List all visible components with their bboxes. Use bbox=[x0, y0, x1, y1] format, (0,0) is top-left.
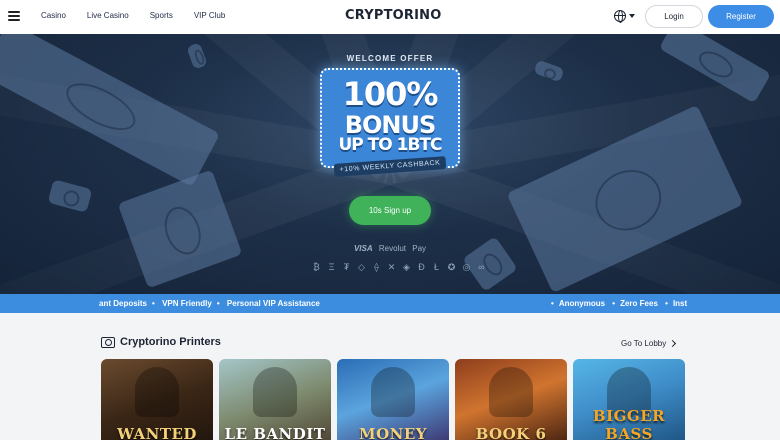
ethereum-icon: Ξ bbox=[328, 262, 335, 272]
bitcoin-icon: ₿ bbox=[313, 262, 320, 272]
bonus-marquee: 100% BONUS UP TO 1BTC bbox=[320, 68, 460, 168]
game-artwork bbox=[489, 367, 533, 417]
bnb-icon: ◈ bbox=[403, 262, 410, 272]
main-nav: Casino Live Casino Sports VIP Club bbox=[41, 11, 246, 20]
site-logo[interactable]: CRYPTORINO bbox=[345, 8, 441, 23]
top-navigation-bar: Casino Live Casino Sports VIP Club CRYPT… bbox=[0, 0, 780, 34]
game-title: BIGGER BASS bbox=[592, 407, 666, 440]
ticker-item: Inst bbox=[672, 299, 688, 308]
crypto-icons: ₿ Ξ ₮ ◇ ⟠ ✕ ◈ Ð Ł ✪ ◎ ∞ bbox=[311, 262, 487, 273]
game-tile[interactable]: WANTED bbox=[101, 359, 213, 440]
chevron-down-icon[interactable] bbox=[629, 14, 635, 18]
section-header: Cryptorino Printers bbox=[101, 336, 221, 348]
game-artwork bbox=[371, 367, 415, 417]
ticker-item: VPN Friendly bbox=[162, 299, 212, 308]
game-title: WANTED bbox=[117, 425, 197, 440]
tron-icon: ◇ bbox=[358, 262, 365, 272]
hamburger-icon[interactable] bbox=[8, 11, 20, 21]
money-bill-decoration bbox=[533, 59, 565, 83]
nav-live-casino[interactable]: Live Casino bbox=[87, 11, 129, 20]
chevron-right-icon bbox=[669, 339, 677, 348]
game-title: MONEY bbox=[358, 425, 428, 440]
litecoin-icon: Ł bbox=[433, 262, 439, 272]
visa-logo: VISA bbox=[353, 244, 373, 253]
game-artwork bbox=[135, 367, 179, 417]
hero-banner: WELCOME OFFER 100% BONUS UP TO 1BTC +10%… bbox=[0, 34, 780, 294]
game-carousel: WANTED LE BANDIT MONEY BOOK 6 BIGGER BAS… bbox=[101, 359, 685, 440]
login-button[interactable]: Login bbox=[645, 5, 703, 28]
ticker-item: Personal VIP Assistance bbox=[226, 299, 320, 308]
feature-ticker: ant Deposits • VPN Friendly • Personal VIP… bbox=[0, 294, 780, 313]
game-tile[interactable]: LE BANDIT bbox=[219, 359, 331, 440]
coin-icon: ◎ bbox=[462, 262, 471, 272]
tether-icon: ₮ bbox=[343, 262, 350, 272]
register-button[interactable]: Register bbox=[708, 5, 774, 28]
bonus-limit: UP TO 1BTC bbox=[338, 135, 442, 155]
apple-pay-logo: Pay bbox=[412, 244, 427, 253]
welcome-offer-label: WELCOME OFFER bbox=[346, 54, 434, 63]
dogecoin-icon: Ð bbox=[418, 262, 425, 272]
game-tile[interactable]: BIGGER BASS bbox=[573, 359, 685, 440]
globe-icon[interactable] bbox=[614, 10, 626, 23]
money-printer-icon bbox=[101, 336, 115, 348]
money-bill-decoration bbox=[47, 179, 93, 213]
payment-methods: VISA Revolut Pay bbox=[0, 244, 780, 253]
xrp-icon: ✕ bbox=[387, 262, 396, 272]
signup-button[interactable]: 10s Sign up bbox=[349, 196, 431, 225]
ticker-left-group: ant Deposits • VPN Friendly • Personal VIP… bbox=[99, 299, 320, 308]
nav-sports[interactable]: Sports bbox=[150, 11, 173, 20]
nav-vip-club[interactable]: VIP Club bbox=[194, 11, 225, 20]
lobby-link-label: Go To Lobby bbox=[621, 339, 667, 348]
ticker-item: ant Deposits bbox=[99, 299, 148, 308]
go-to-lobby-link[interactable]: Go To Lobby bbox=[621, 339, 677, 348]
eth-alt-icon: ⟠ bbox=[374, 262, 379, 272]
nav-casino[interactable]: Casino bbox=[41, 11, 66, 20]
revolut-logo: Revolut bbox=[378, 244, 406, 253]
ticker-right-group: • Anonymous • Zero Fees • Inst bbox=[551, 299, 688, 308]
coin-icon: ✪ bbox=[447, 262, 456, 272]
bonus-percent: 100% bbox=[342, 75, 439, 113]
chain-icon: ∞ bbox=[478, 262, 485, 272]
section-title: Cryptorino Printers bbox=[120, 336, 221, 348]
ticker-item: Anonymous bbox=[558, 299, 606, 308]
game-tile[interactable]: BOOK 6 bbox=[455, 359, 567, 440]
game-artwork bbox=[253, 367, 297, 417]
game-title: BOOK 6 bbox=[475, 425, 547, 440]
ticker-item: Zero Fees bbox=[620, 299, 658, 308]
game-tile[interactable]: MONEY bbox=[337, 359, 449, 440]
game-title: LE BANDIT bbox=[224, 425, 326, 440]
